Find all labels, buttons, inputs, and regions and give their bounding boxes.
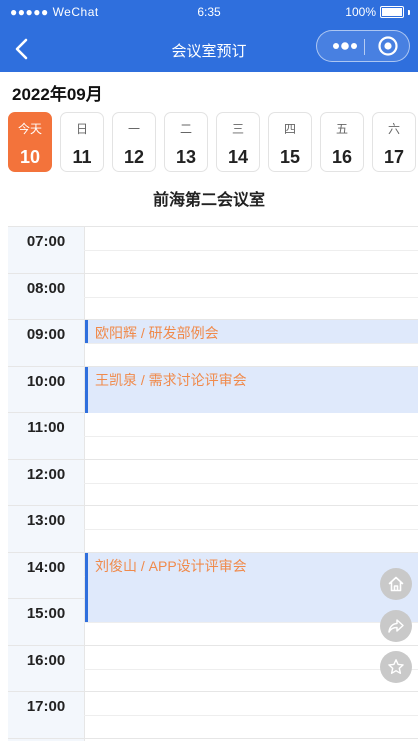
day-date: 13 — [175, 147, 197, 167]
day-weekday: 四 — [283, 122, 296, 136]
nav-header: ●●●●● WeChat 6:35 100% 会议室预订 — [0, 0, 418, 72]
month-label: 2022年09月 — [12, 85, 103, 104]
day-date: 12 — [123, 147, 145, 167]
battery-icon — [380, 6, 404, 18]
star-icon — [388, 659, 404, 675]
half-hour-line — [84, 436, 418, 437]
target-circle-icon — [378, 36, 398, 56]
hour-label: 14:00 — [26, 558, 66, 576]
hour-label: 15:00 — [26, 605, 66, 622]
booking-event[interactable]: 刘俊山 / APP设计评审会 — [85, 552, 418, 623]
more-dots-icon — [333, 42, 357, 50]
hour-row[interactable]: 11:00 — [8, 413, 418, 460]
share-button[interactable] — [380, 610, 412, 642]
booking-label: 欧阳辉 / 研发部例会 — [95, 325, 219, 341]
week-strip: 今天 10 日 11 一 12 二 13 三 14 四 15 五 16 六 17 — [8, 112, 418, 174]
hour-row[interactable]: 16:00 — [8, 646, 418, 692]
booking-event[interactable]: 欧阳辉 / 研发部例会 — [85, 320, 418, 344]
hour-label: 16:00 — [26, 651, 66, 669]
hour-label: 11:00 — [27, 419, 65, 436]
day-weekday: 日 — [75, 122, 88, 136]
hour-row[interactable]: 12:00 — [8, 460, 418, 506]
day-card[interactable]: 六 17 — [372, 112, 416, 172]
hour-label: 10:00 — [26, 372, 66, 390]
status-bar: ●●●●● WeChat 6:35 100% — [0, 0, 418, 22]
mini-program-capsule — [316, 30, 410, 62]
hour-label: 13:00 — [26, 512, 66, 529]
day-weekday: 二 — [179, 122, 192, 136]
hour-row[interactable]: 13:00 — [8, 506, 418, 553]
day-weekday: 今天 — [17, 122, 42, 136]
day-card[interactable]: 四 15 — [268, 112, 312, 172]
day-card-today[interactable]: 今天 10 — [8, 112, 52, 172]
hour-row[interactable]: 07:00 — [8, 227, 418, 274]
battery-status: 100% — [345, 5, 410, 19]
hour-label: 08:00 — [26, 279, 66, 297]
capsule-divider — [364, 39, 365, 55]
half-hour-line — [84, 715, 418, 716]
more-button[interactable] — [327, 31, 363, 61]
booking-label: 刘俊山 / APP设计评审会 — [95, 557, 247, 574]
half-hour-line — [84, 668, 418, 670]
day-card[interactable]: 一 12 — [112, 112, 156, 172]
day-card[interactable]: 五 16 — [320, 112, 364, 172]
half-hour-line — [84, 482, 418, 484]
home-icon — [388, 576, 404, 592]
booking-event[interactable]: 王凯泉 / 需求讨论评审会 — [85, 366, 418, 413]
day-date: 15 — [279, 147, 301, 167]
booking-label: 王凯泉 / 需求讨论评审会 — [95, 371, 247, 388]
day-date: 10 — [19, 147, 41, 167]
home-button[interactable] — [380, 568, 412, 600]
battery-percent: 100% — [345, 5, 376, 19]
day-weekday: 六 — [387, 122, 400, 136]
half-hour-line — [84, 296, 418, 298]
hour-label: 17:00 — [26, 698, 66, 715]
hour-row[interactable]: 17:00 — [8, 692, 418, 739]
day-card[interactable]: 二 13 — [164, 112, 208, 172]
room-name: 前海第二会议室 — [152, 192, 265, 209]
day-weekday: 五 — [335, 122, 348, 136]
hour-row[interactable]: 08:00 — [8, 274, 418, 320]
half-hour-line — [84, 250, 418, 251]
day-date: 11 — [72, 147, 92, 167]
day-date: 14 — [227, 147, 249, 167]
favorite-button[interactable] — [380, 651, 412, 683]
hour-label: 12:00 — [26, 465, 66, 483]
battery-tip — [408, 9, 410, 15]
day-date: 17 — [383, 147, 405, 167]
day-weekday: 三 — [231, 122, 244, 136]
day-card[interactable]: 日 11 — [60, 112, 104, 172]
day-weekday: 一 — [127, 122, 140, 136]
half-hour-line — [84, 529, 418, 530]
share-icon — [388, 619, 404, 633]
day-card[interactable]: 三 14 — [216, 112, 260, 172]
day-date: 16 — [331, 147, 353, 167]
schedule-grid: 07:00 08:00 09:00 10:00 11:00 12:00 13:00 14:00… — [8, 226, 418, 741]
close-button[interactable] — [373, 31, 403, 61]
hour-label: 09:00 — [26, 326, 66, 343]
hour-label: 07:00 — [26, 233, 66, 250]
